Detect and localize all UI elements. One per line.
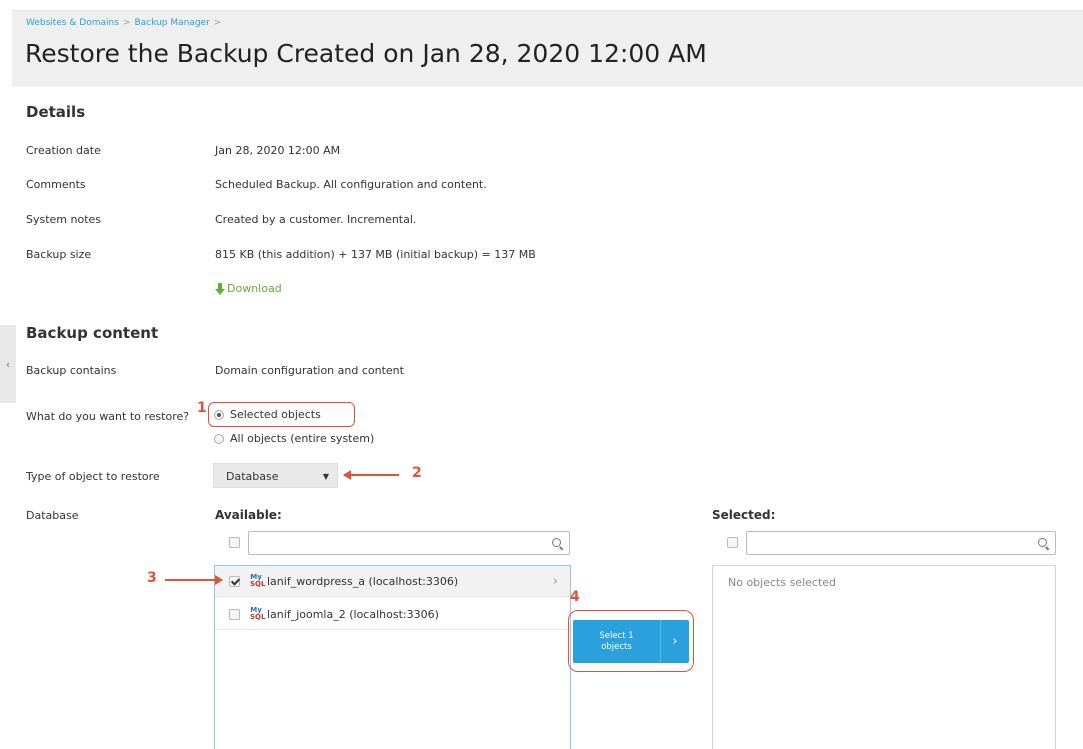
radio-all-objects[interactable]: All objects (entire system) <box>214 432 374 445</box>
search-icon <box>552 538 561 547</box>
comments-value: Scheduled Backup. All configuration and … <box>215 178 487 191</box>
selected-list[interactable]: No objects selected <box>712 565 1056 749</box>
item-checkbox[interactable] <box>229 575 240 587</box>
item-label: lanif_joomla_2 (localhost:3306) <box>267 607 439 621</box>
available-search-input[interactable] <box>248 531 570 555</box>
system-notes-label: System notes <box>26 213 102 226</box>
breadcrumb-separator: > <box>213 18 222 28</box>
radio-selected-objects[interactable]: Selected objects <box>214 408 321 421</box>
mysql-icon: My SQL <box>250 606 266 621</box>
list-item[interactable]: My SQL lanif_wordpress_a (localhost:3306)… <box>215 566 570 597</box>
backup-contains-value: Domain configuration and content <box>215 364 404 377</box>
annotation-3-arrow <box>165 575 223 585</box>
annotation-2: 2 <box>412 465 422 481</box>
radio-button-checked[interactable] <box>214 409 224 420</box>
chevron-down-icon: ▼ <box>322 472 329 481</box>
details-heading: Details <box>26 103 86 121</box>
breadcrumb: Websites & Domains > Backup Manager > <box>26 18 225 28</box>
selected-heading: Selected: <box>712 508 776 522</box>
item-label: lanif_wordpress_a (localhost:3306) <box>267 574 459 588</box>
available-select-all-checkbox[interactable] <box>229 537 240 548</box>
selected-select-all-checkbox[interactable] <box>727 537 738 548</box>
object-type-select[interactable]: Database ▼ <box>213 463 338 488</box>
restore-question-label: What do you want to restore? <box>26 410 190 423</box>
available-heading: Available: <box>215 508 282 522</box>
backup-size-value: 815 KB (this addition) + 137 MB (initial… <box>215 248 536 261</box>
radio-all-objects-label: All objects (entire system) <box>230 432 375 445</box>
selected-search-input[interactable] <box>746 531 1056 555</box>
chevron-right-icon[interactable]: › <box>553 574 558 589</box>
breadcrumb-websites-domains[interactable]: Websites & Domains <box>26 18 119 28</box>
annotation-4: 4 <box>570 589 580 605</box>
radio-selected-objects-label: Selected objects <box>230 408 321 421</box>
download-link[interactable]: Download <box>215 282 282 295</box>
creation-date-value: Jan 28, 2020 12:00 AM <box>215 144 341 157</box>
radio-button-unchecked[interactable] <box>214 433 224 444</box>
annotation-3: 3 <box>147 570 157 586</box>
object-type-label: Type of object to restore <box>26 470 160 483</box>
breadcrumb-separator: > <box>122 18 131 28</box>
comments-label: Comments <box>26 178 86 191</box>
available-list[interactable]: My SQL lanif_wordpress_a (localhost:3306)… <box>214 565 571 749</box>
chevron-right-icon: › <box>660 620 689 663</box>
sidebar-collapse-toggle[interactable]: ‹ <box>0 325 16 403</box>
annotation-1: 1 <box>197 400 207 416</box>
database-label: Database <box>26 509 79 522</box>
object-type-select-value: Database <box>226 470 279 483</box>
search-icon <box>1038 538 1047 547</box>
breadcrumb-backup-manager[interactable]: Backup Manager <box>134 18 209 28</box>
selected-empty-message: No objects selected <box>728 576 837 589</box>
annotation-2-arrow <box>343 470 399 480</box>
item-checkbox[interactable] <box>229 608 240 620</box>
backup-content-heading: Backup content <box>26 324 159 342</box>
select-objects-button[interactable]: Select 1 objects › <box>573 620 689 663</box>
page-title: Restore the Backup Created on Jan 28, 20… <box>25 39 707 68</box>
select-objects-button-label: Select 1 objects <box>599 630 634 652</box>
mysql-icon: My SQL <box>250 573 266 588</box>
backup-contains-label: Backup contains <box>26 364 117 377</box>
download-label: Download <box>227 282 282 295</box>
page-header: Websites & Domains > Backup Manager > Resto… <box>12 10 1083 87</box>
backup-size-label: Backup size <box>26 248 92 261</box>
creation-date-label: Creation date <box>26 144 101 157</box>
download-arrow-icon <box>215 282 225 295</box>
system-notes-value: Created by a customer. Incremental. <box>215 213 417 226</box>
chevron-left-icon: ‹ <box>5 357 11 371</box>
list-item[interactable]: My SQL lanif_joomla_2 (localhost:3306) <box>215 599 570 630</box>
